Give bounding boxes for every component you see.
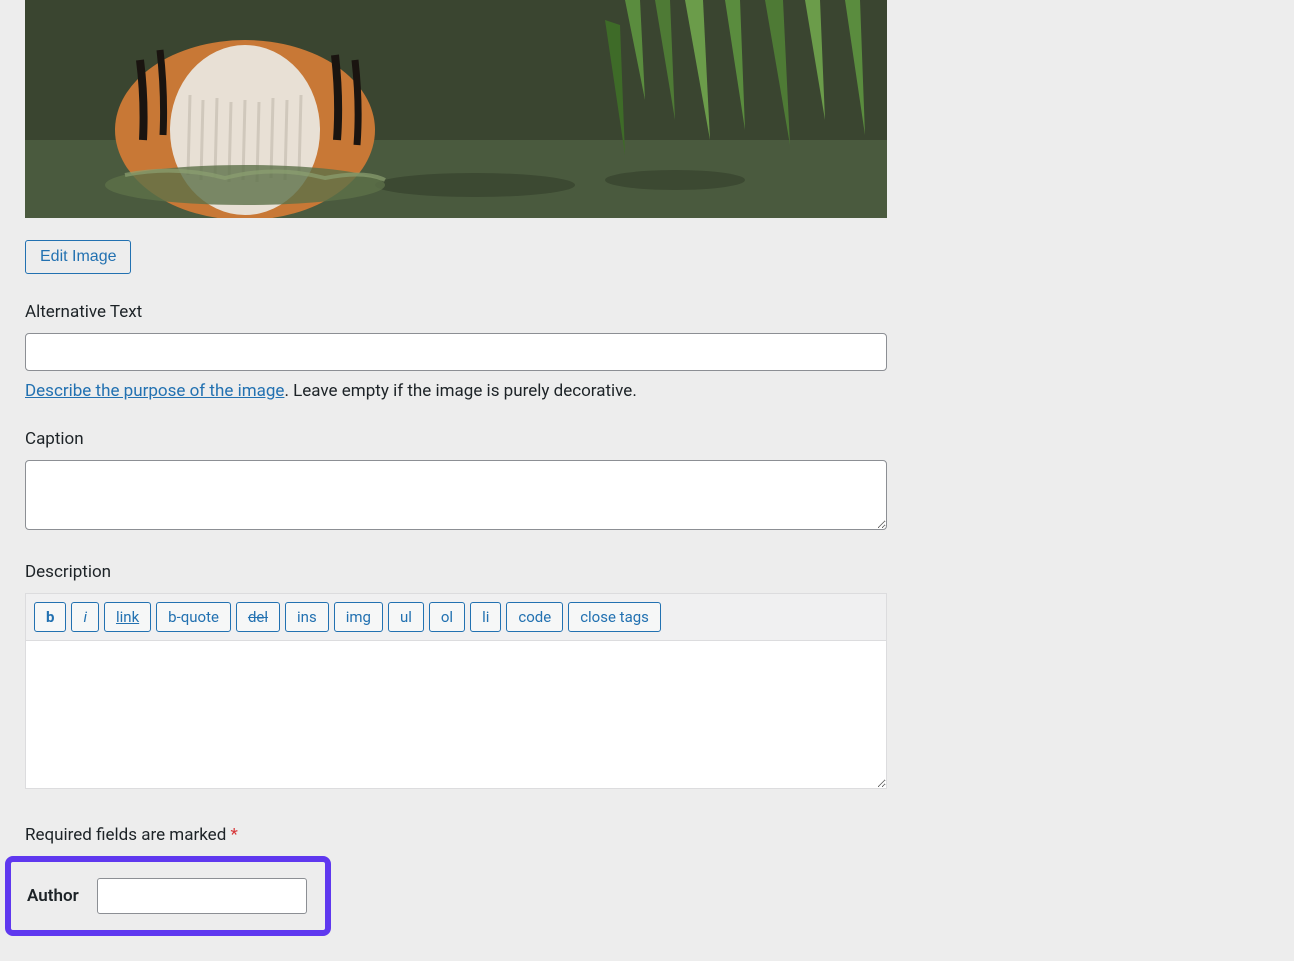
- required-asterisk: *: [231, 825, 238, 845]
- alternative-text-help-link[interactable]: Describe the purpose of the image: [25, 381, 284, 401]
- toolbar-ol-button[interactable]: ol: [429, 602, 465, 632]
- caption-textarea[interactable]: [25, 460, 887, 530]
- alternative-text-help-suffix: . Leave empty if the image is purely dec…: [284, 381, 636, 401]
- author-label: Author: [27, 886, 79, 906]
- alternative-text-label: Alternative Text: [25, 302, 895, 322]
- toolbar-del-button[interactable]: del: [236, 602, 280, 632]
- alternative-text-input[interactable]: [25, 333, 887, 371]
- author-section-highlighted: Author: [5, 856, 331, 936]
- toolbar-ins-button[interactable]: ins: [285, 602, 329, 632]
- caption-label: Caption: [25, 429, 895, 449]
- toolbar-close-tags-button[interactable]: close tags: [568, 602, 661, 632]
- toolbar-li-button[interactable]: li: [470, 602, 501, 632]
- image-preview: [25, 0, 887, 218]
- toolbar-link-button[interactable]: link: [104, 602, 151, 632]
- description-textarea[interactable]: [26, 641, 886, 788]
- alternative-text-help: Describe the purpose of the image. Leave…: [25, 381, 895, 401]
- editor-toolbar: b i link b-quote del ins img ul ol li co…: [26, 594, 886, 641]
- required-fields-note: Required fields are marked *: [25, 825, 895, 845]
- description-label: Description: [25, 562, 895, 582]
- description-editor: b i link b-quote del ins img ul ol li co…: [25, 593, 887, 789]
- edit-image-button[interactable]: Edit Image: [25, 240, 131, 274]
- toolbar-code-button[interactable]: code: [506, 602, 563, 632]
- toolbar-img-button[interactable]: img: [334, 602, 383, 632]
- toolbar-bquote-button[interactable]: b-quote: [156, 602, 231, 632]
- toolbar-italic-button[interactable]: i: [71, 602, 99, 632]
- toolbar-ul-button[interactable]: ul: [388, 602, 424, 632]
- toolbar-bold-button[interactable]: b: [34, 602, 66, 632]
- author-input[interactable]: [97, 878, 307, 914]
